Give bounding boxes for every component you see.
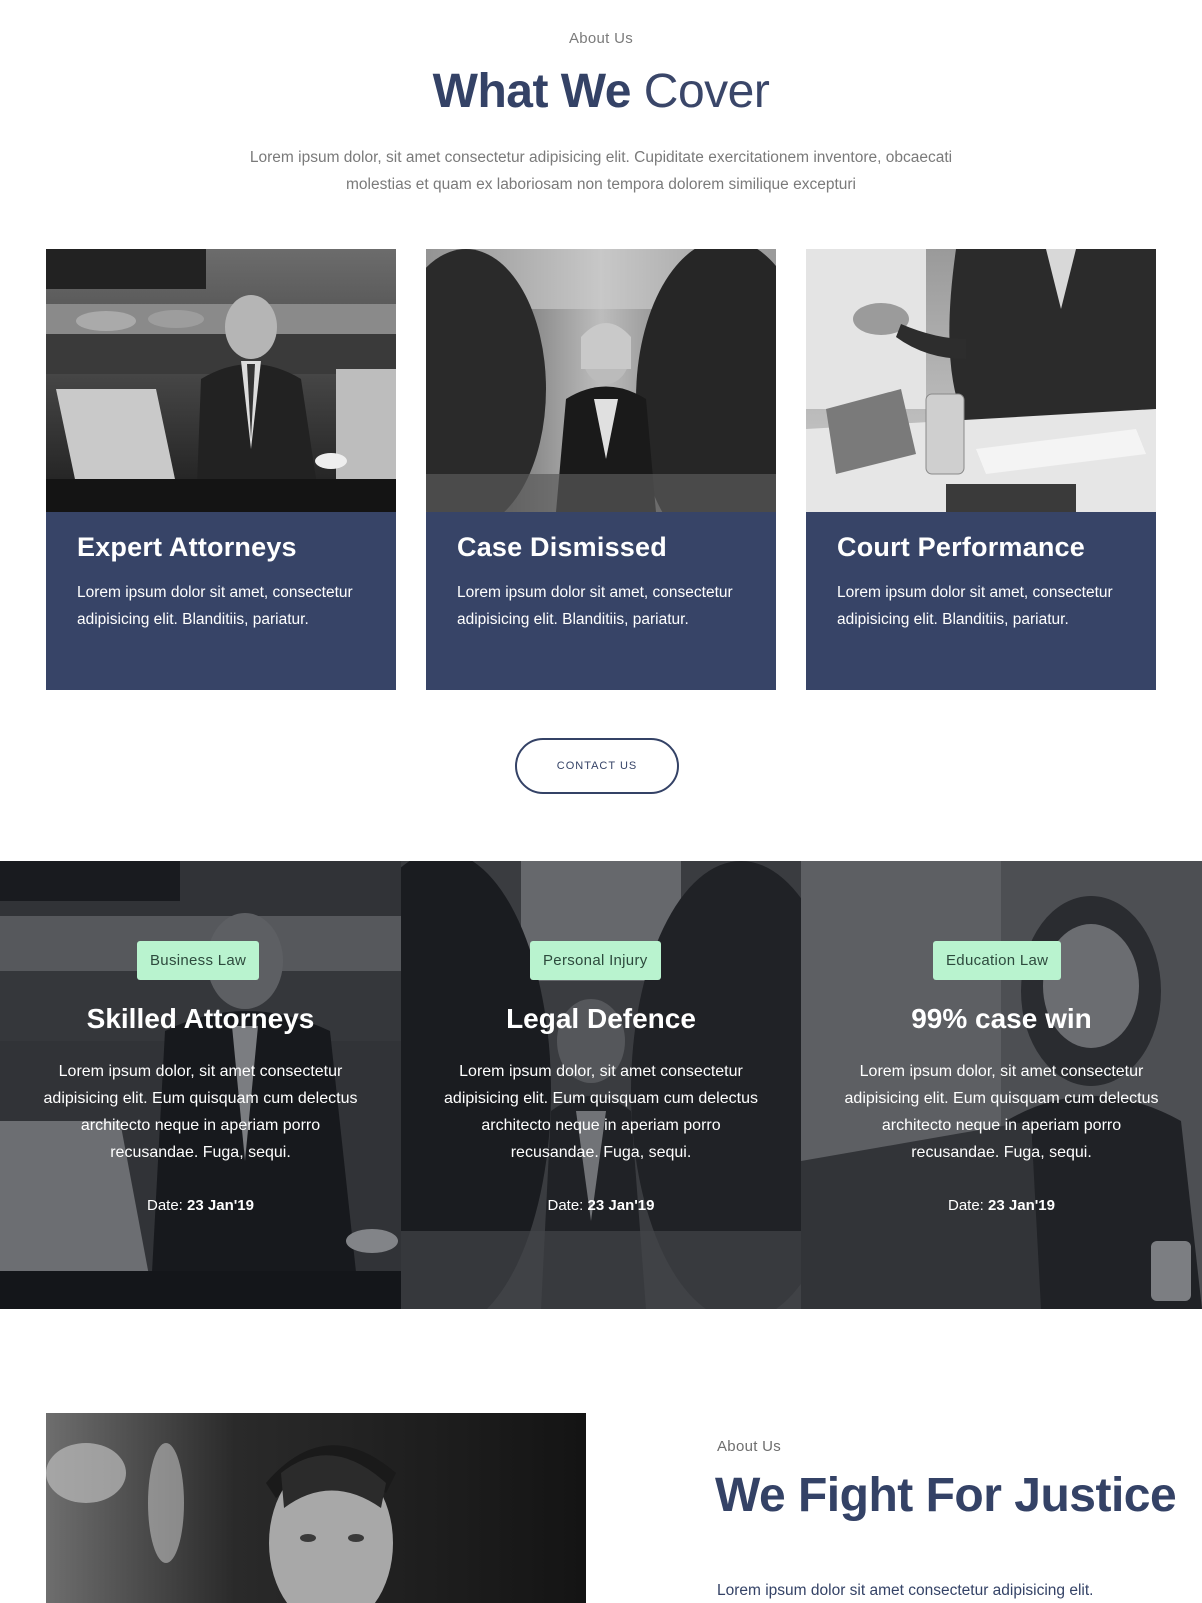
card-title: Case Dismissed — [457, 532, 667, 562]
about-justice-section: About Us We Fight For Justice Lorem ipsu… — [0, 1310, 1202, 1603]
category-tag[interactable]: Business Law — [137, 941, 260, 980]
service-panel[interactable]: Business Law Skilled Attorneys Lorem ips… — [0, 861, 401, 1309]
services-panels-section: Business Law Skilled Attorneys Lorem ips… — [0, 861, 1202, 1309]
panel-text: Lorem ipsum dolor, sit amet consectetur … — [43, 1063, 358, 1161]
about-title: We Fight For Justice — [715, 1466, 1177, 1526]
section-title-bold: What We — [432, 65, 632, 118]
panel-date: Date: 23 Jan'19 — [801, 1197, 1202, 1214]
date-value: 23 Jan'19 — [187, 1197, 254, 1214]
service-panel[interactable]: Personal Injury Legal Defence Lorem ipsu… — [401, 861, 801, 1309]
category-tag[interactable]: Education Law — [933, 941, 1062, 980]
about-title-light: For Justice — [925, 1469, 1177, 1522]
panel-content: Education Law 99% case win Lorem ipsum d… — [801, 861, 1202, 1309]
card-title: Expert Attorneys — [77, 532, 297, 562]
panel-text: Lorem ipsum dolor, sit amet consectetur … — [844, 1063, 1159, 1161]
service-card[interactable]: Case Dismissed Lorem ipsum dolor sit ame… — [426, 249, 776, 690]
card-title: Court Performance — [837, 532, 1085, 562]
card-photo-gesturing-lawyer — [806, 249, 1156, 512]
service-card[interactable]: Court Performance Lorem ipsum dolor sit … — [806, 249, 1156, 690]
about-lead: Lorem ipsum dolor sit amet consectetur a… — [717, 1582, 1094, 1599]
service-panel[interactable]: Education Law 99% case win Lorem ipsum d… — [801, 861, 1202, 1309]
section-title: What We Cover — [0, 62, 1202, 122]
panel-title: Legal Defence — [506, 1003, 696, 1034]
card-photo-meeting — [426, 249, 776, 512]
about-title-bold: We Fight — [715, 1469, 913, 1522]
panel-date: Date: 23 Jan'19 — [401, 1197, 801, 1214]
card-text: Lorem ipsum dolor sit amet, consectetur … — [837, 584, 1113, 628]
panel-date: Date: 23 Jan'19 — [0, 1197, 401, 1214]
date-label: Date: — [948, 1197, 984, 1214]
lawyer-portrait-photo — [46, 1413, 586, 1603]
section-lead: Lorem ipsum dolor, sit amet consectetur … — [249, 149, 953, 193]
date-label: Date: — [547, 1197, 584, 1214]
category-tag[interactable]: Personal Injury — [530, 941, 661, 980]
panel-title: 99% case win — [911, 1003, 1092, 1034]
date-value: 23 Jan'19 — [587, 1197, 655, 1214]
contact-us-button[interactable]: CONTACT US — [515, 738, 679, 794]
card-text: Lorem ipsum dolor sit amet, consectetur … — [77, 584, 353, 628]
panel-title: Skilled Attorneys — [86, 1003, 315, 1034]
date-label: Date: — [147, 1197, 183, 1214]
date-value: 23 Jan'19 — [988, 1197, 1055, 1214]
what-we-cover-section: About Us What We Cover Lorem ipsum dolor… — [0, 0, 1202, 860]
card-photo-attorney-laptop — [46, 249, 396, 512]
section-eyebrow: About Us — [568, 30, 634, 47]
service-card[interactable]: Expert Attorneys Lorem ipsum dolor sit a… — [46, 249, 396, 690]
section-title-light: Cover — [643, 65, 770, 118]
panel-content: Business Law Skilled Attorneys Lorem ips… — [0, 861, 401, 1309]
panel-content: Personal Injury Legal Defence Lorem ipsu… — [401, 861, 801, 1309]
about-eyebrow: About Us — [717, 1438, 782, 1455]
panel-text: Lorem ipsum dolor, sit amet consectetur … — [444, 1063, 758, 1161]
card-text: Lorem ipsum dolor sit amet, consectetur … — [457, 584, 733, 628]
